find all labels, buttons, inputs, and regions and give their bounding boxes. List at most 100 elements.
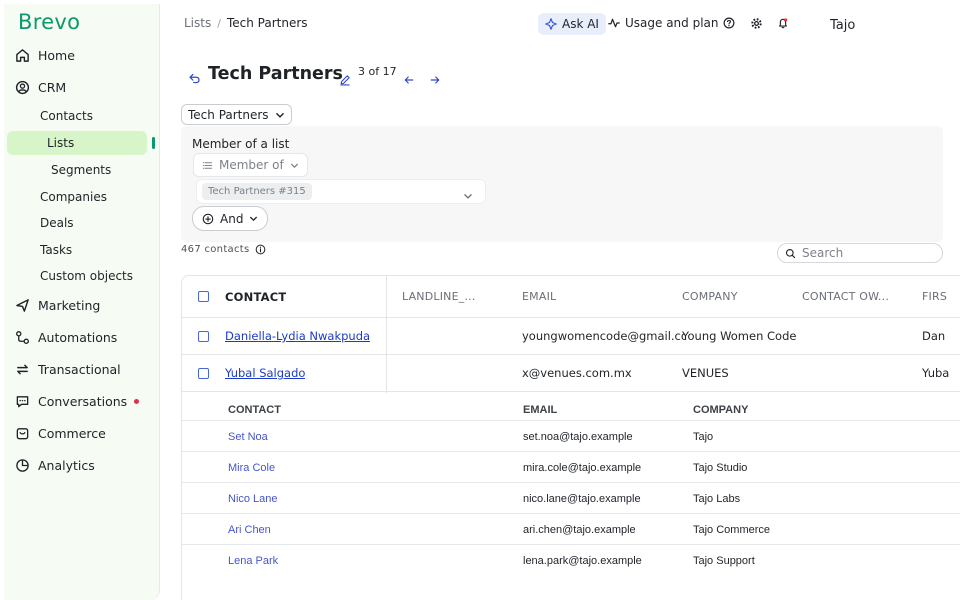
- sidebar-subitem-tasks[interactable]: Tasks: [40, 243, 72, 257]
- contact-email: x@venues.com.mx: [522, 366, 632, 380]
- preview-contact-name[interactable]: Nico Lane: [228, 493, 278, 505]
- list-item[interactable]: Lena Park lena.park@tajo.example Tajo Su…: [182, 545, 960, 576]
- back-icon[interactable]: [188, 70, 201, 89]
- sidebar-item-label: Conversations: [38, 393, 128, 409]
- list-item[interactable]: Nico Lane nico.lane@tajo.example Tajo La…: [182, 483, 960, 514]
- preview-email: nico.lane@tajo.example: [523, 493, 641, 505]
- sidebar-subitem-deals[interactable]: Deals: [40, 216, 74, 230]
- breadcrumb-separator: /: [217, 16, 221, 30]
- automation-icon: [14, 329, 30, 345]
- preview-email: lena.park@tajo.example: [523, 555, 642, 567]
- sidebar-item-label: Analytics: [38, 457, 95, 473]
- sidebar-subitem-companies[interactable]: Companies: [40, 190, 107, 204]
- table-row[interactable]: Yubal Salgado x@venues.com.mx VENUES Yub…: [182, 355, 960, 392]
- active-marker: [152, 137, 155, 149]
- filter-label: Member of a list: [192, 137, 290, 151]
- ask-ai-label: Ask AI: [562, 17, 599, 31]
- repeat-icon: [14, 361, 30, 377]
- sidebar-item-label: Automations: [38, 329, 118, 345]
- and-condition-button[interactable]: And: [192, 206, 269, 231]
- sidebar-item-analytics[interactable]: Analytics: [0, 453, 95, 477]
- pie-icon: [14, 457, 30, 473]
- home-icon: [14, 47, 30, 63]
- column-header-contact[interactable]: CONTACT: [225, 290, 286, 304]
- list-item[interactable]: Set Noa set.noa@tajo.example Tajo: [182, 421, 960, 452]
- search-input[interactable]: [802, 246, 932, 260]
- preview-header-email: EMAIL: [523, 404, 558, 416]
- usage-and-plan-button[interactable]: Usage and plan: [608, 16, 719, 30]
- list-icon: [202, 161, 213, 169]
- crm-icon: [14, 79, 30, 95]
- preview-header-contact: CONTACT: [228, 404, 281, 416]
- breadcrumb-lists[interactable]: Lists: [184, 16, 211, 30]
- search-box: [777, 243, 943, 263]
- sidebar-item-automations[interactable]: Automations: [0, 325, 117, 349]
- preview-email: ari.chen@tajo.example: [523, 524, 636, 536]
- list-pager: 3 of 17: [358, 65, 397, 78]
- bell-icon[interactable]: [776, 16, 790, 30]
- sidebar-item-label: CRM: [38, 79, 67, 95]
- contacts-count-label: 467 contacts: [181, 244, 250, 255]
- info-icon[interactable]: [255, 244, 266, 255]
- preview-contact-name[interactable]: Mira Cole: [228, 462, 275, 474]
- preview-contact-name[interactable]: Set Noa: [228, 431, 268, 443]
- preview-contact-name[interactable]: Ari Chen: [228, 524, 271, 536]
- preview-contact-name[interactable]: Lena Park: [228, 555, 278, 567]
- sidebar-item-conversations[interactable]: Conversations: [0, 389, 127, 413]
- sidebar-subitem-segments[interactable]: Segments: [51, 163, 111, 177]
- contact-first-name: Dan: [922, 329, 946, 343]
- sidebar-subitem-lists[interactable]: Lists: [7, 131, 147, 155]
- sidebar-item-transactional[interactable]: Transactional: [0, 357, 121, 381]
- preview-company: Tajo Commerce: [693, 524, 771, 536]
- chat-icon: [14, 393, 30, 409]
- column-header-company[interactable]: COMPANY: [682, 290, 738, 303]
- contact-company: Young Women Code: [682, 329, 797, 343]
- user-menu[interactable]: Tajo: [830, 18, 855, 33]
- page-title: Tech Partners: [208, 64, 343, 84]
- preview-header-company: COMPANY: [693, 404, 749, 416]
- breadcrumb-current: Tech Partners: [226, 16, 308, 30]
- sidebar-item-marketing[interactable]: Marketing: [0, 293, 100, 317]
- list-select-dropdown[interactable]: Tech Partners: [181, 104, 292, 125]
- sidebar-subitem-custom-objects[interactable]: Custom objects: [40, 269, 133, 283]
- chevron-down-icon[interactable]: [463, 186, 473, 205]
- list-item[interactable]: Ari Chen ari.chen@tajo.example Tajo Comm…: [182, 514, 960, 545]
- preview-company: Tajo Studio: [693, 462, 748, 474]
- column-header-first-name[interactable]: FIRS: [922, 290, 947, 303]
- preview-email: mira.cole@tajo.example: [523, 462, 642, 474]
- ask-ai-button[interactable]: Ask AI: [538, 13, 606, 35]
- column-header-contact-owner[interactable]: CONTACT OW...: [802, 290, 892, 303]
- contacts-preview-table: CONTACT EMAIL COMPANY Set Noa set.noa@ta…: [182, 393, 960, 600]
- member-of-dropdown[interactable]: Member of: [193, 153, 308, 177]
- contact-name-link[interactable]: Daniella-Lydia Nwakpuda: [225, 329, 370, 343]
- list-item[interactable]: Mira Cole mira.cole@tajo.example Tajo St…: [182, 452, 960, 483]
- sidebar-item-commerce[interactable]: Commerce: [0, 421, 106, 445]
- member-of-label: Member of: [219, 158, 284, 172]
- chevron-down-icon: [290, 163, 298, 168]
- column-header-email[interactable]: EMAIL: [522, 290, 556, 303]
- usage-label: Usage and plan: [625, 16, 719, 30]
- contact-email: youngwomencode@gmail.com: [522, 329, 685, 343]
- edit-icon[interactable]: [339, 71, 351, 90]
- selected-list-tag[interactable]: Tech Partners #315: [202, 183, 312, 200]
- sidebar-item-label: Marketing: [38, 297, 101, 313]
- table-row[interactable]: Daniella-Lydia Nwakpuda youngwomencode@g…: [182, 318, 960, 355]
- preview-company: Tajo: [693, 431, 714, 443]
- arrow-left-icon[interactable]: [403, 71, 415, 90]
- row-checkbox[interactable]: [198, 368, 209, 379]
- brevo-logo[interactable]: Brevo: [18, 10, 80, 34]
- contact-name-link[interactable]: Yubal Salgado: [225, 366, 305, 380]
- column-header-landline[interactable]: LANDLINE_...: [402, 290, 477, 303]
- help-icon[interactable]: [722, 16, 736, 30]
- arrow-right-icon[interactable]: [429, 71, 441, 90]
- sidebar-item-crm[interactable]: CRM: [0, 75, 66, 99]
- sidebar-item-home[interactable]: Home: [0, 43, 75, 67]
- contacts-count: 467 contacts: [181, 244, 266, 255]
- gear-icon[interactable]: [749, 16, 763, 30]
- bag-icon: [14, 425, 30, 441]
- activity-icon: [608, 18, 620, 28]
- sidebar-subitem-contacts[interactable]: Contacts: [40, 109, 93, 123]
- plus-circle-icon: [202, 213, 214, 224]
- row-checkbox[interactable]: [198, 331, 209, 342]
- select-all-checkbox[interactable]: [198, 291, 209, 302]
